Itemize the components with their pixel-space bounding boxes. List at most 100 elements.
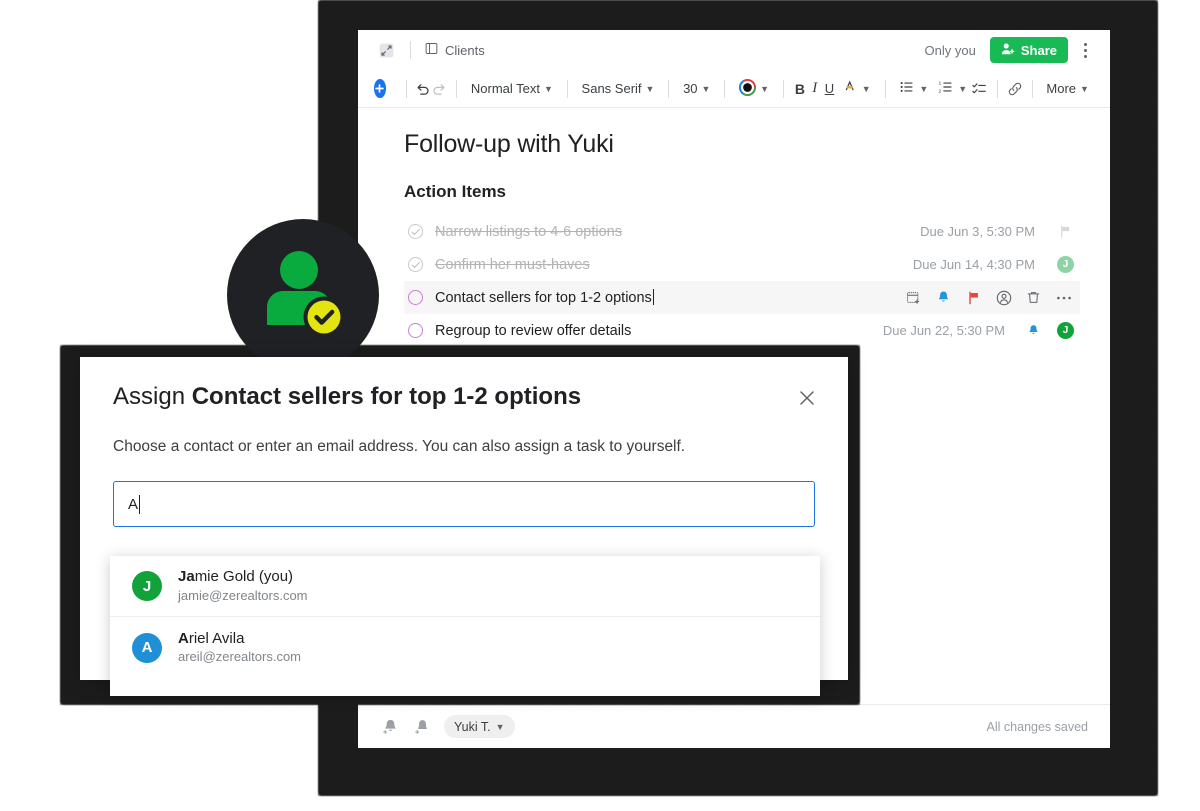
assignee-search-value: A — [128, 495, 139, 513]
close-icon[interactable] — [794, 385, 820, 411]
list-item[interactable]: A Ariel Avila areil@zerealtors.com — [110, 617, 820, 678]
checkbox-icon[interactable] — [408, 224, 423, 239]
sharing-status: Only you — [924, 42, 976, 58]
flag-icon[interactable] — [1057, 223, 1074, 240]
assign-dialog-title: Assign Contact sellers for top 1-2 optio… — [113, 383, 794, 411]
font-family-label: Sans Serif — [581, 81, 642, 96]
toolbar-divider — [456, 79, 457, 98]
avatar: J — [132, 571, 162, 601]
svg-text:1: 1 — [939, 81, 942, 87]
italic-button[interactable]: I — [807, 76, 822, 102]
add-icon[interactable] — [374, 79, 386, 98]
person-add-icon — [1001, 42, 1015, 59]
assignee-suggestions-list: J Jamie Gold (you) jamie@zerealtors.com … — [110, 556, 820, 696]
toolbar-divider — [782, 79, 784, 98]
assign-dialog-title-prefix: Assign — [113, 383, 192, 410]
save-status: All changes saved — [986, 719, 1088, 734]
avatar[interactable]: J — [1057, 256, 1074, 273]
chevron-down-icon: ▼ — [861, 83, 871, 94]
checkbox-icon[interactable] — [408, 257, 423, 272]
chevron-down-icon: ▼ — [760, 83, 769, 94]
person-icon — [267, 251, 345, 338]
task-row-actions — [905, 289, 1074, 306]
suggestion-text: Jamie Gold (you) jamie@zerealtors.com — [178, 567, 308, 604]
checklist-icon[interactable] — [972, 76, 988, 102]
toolbar-divider — [668, 79, 670, 98]
document-footer: Yuki T. ▼ All changes saved — [358, 704, 1110, 748]
toolbar-divider — [405, 79, 407, 98]
assign-dialog-header: Assign Contact sellers for top 1-2 optio… — [80, 357, 848, 411]
assign-dialog-subtitle: Choose a contact or enter an email addre… — [113, 438, 686, 455]
checkbox-icon[interactable] — [408, 323, 423, 338]
bold-button[interactable]: B — [793, 76, 808, 102]
suggestion-name: Jamie Gold (you) — [178, 568, 294, 586]
text-cursor — [652, 289, 654, 305]
trash-icon[interactable] — [1025, 289, 1042, 306]
breadcrumb[interactable]: Clients — [425, 42, 485, 58]
chevron-down-icon: ▼ — [919, 83, 929, 94]
toolbar-divider — [566, 79, 568, 98]
assignee-search-input[interactable]: A — [113, 481, 815, 527]
underline-button[interactable]: U — [822, 76, 837, 102]
table-row[interactable]: Regroup to review offer details Due Jun … — [404, 314, 1080, 347]
undo-icon[interactable] — [415, 76, 431, 102]
table-row[interactable]: Confirm her must-haves Due Jun 14, 4:30 … — [404, 248, 1080, 281]
bulleted-list-icon — [899, 79, 915, 98]
more-vertical-icon[interactable] — [1074, 37, 1096, 63]
task-label: Confirm her must-haves — [435, 256, 590, 273]
bulleted-list-dropdown[interactable]: ▼ — [894, 76, 933, 102]
more-tools-label: More — [1046, 81, 1077, 96]
toolbar-divider — [724, 79, 726, 98]
text-cursor — [139, 494, 141, 514]
chevron-down-icon: ▼ — [495, 721, 505, 732]
avatar: A — [132, 632, 162, 663]
numbered-list-dropdown[interactable]: 12 ▼ — [933, 76, 972, 102]
more-tools-dropdown[interactable]: More ▼ — [1041, 76, 1094, 102]
chevron-down-icon: ▼ — [1080, 83, 1089, 94]
expand-icon[interactable] — [376, 40, 396, 60]
font-family-dropdown[interactable]: Sans Serif ▼ — [577, 76, 660, 102]
font-size-label: 30 — [683, 81, 698, 96]
bell-icon[interactable] — [1025, 322, 1042, 339]
avatar[interactable]: J — [1057, 322, 1074, 339]
font-size-dropdown[interactable]: 30 ▼ — [678, 76, 715, 102]
chevron-down-icon: ▼ — [544, 83, 553, 94]
chevron-down-icon: ▼ — [645, 83, 655, 94]
calendar-add-icon[interactable] — [905, 289, 922, 306]
section-heading: Action Items — [404, 182, 507, 201]
table-row[interactable]: Contact sellers for top 1-2 options — [404, 281, 1080, 314]
checkbox-icon[interactable] — [408, 290, 423, 305]
add-assignee-icon[interactable] — [412, 717, 432, 737]
assign-person-icon[interactable] — [995, 289, 1012, 306]
assign-person-badge — [227, 219, 379, 371]
share-button[interactable]: Share — [989, 37, 1068, 63]
collaborator-name: Yuki T. — [454, 719, 491, 734]
assign-dialog-title-task: Contact sellers for top 1-2 options — [191, 383, 582, 410]
text-color-icon — [739, 78, 757, 99]
svg-text:2: 2 — [939, 88, 942, 94]
document-titlebar: Clients Only you Share — [358, 30, 1110, 70]
task-label: Contact sellers for top 1-2 options — [435, 289, 654, 306]
more-horizontal-icon[interactable] — [1055, 289, 1072, 306]
link-icon[interactable] — [1007, 76, 1023, 102]
redo-icon[interactable] — [431, 76, 447, 102]
flag-icon[interactable] — [965, 289, 982, 306]
table-row[interactable]: Narrow listings to 4-6 options Due Jun 3… — [404, 215, 1080, 248]
page-title: Follow-up with Yuki — [404, 130, 614, 158]
highlight-icon — [842, 79, 858, 98]
task-due-date: Due Jun 22, 5:30 PM — [882, 323, 1005, 338]
toolbar-divider — [997, 79, 998, 98]
text-color-picker[interactable]: ▼ — [734, 76, 774, 102]
task-due-date: Due Jun 3, 5:30 PM — [920, 224, 1035, 239]
bell-icon[interactable] — [935, 289, 952, 306]
numbered-list-icon: 12 — [938, 79, 954, 98]
add-reminder-icon[interactable] — [380, 717, 400, 737]
list-item[interactable]: J Jamie Gold (you) jamie@zerealtors.com — [110, 556, 820, 617]
collaborator-chip[interactable]: Yuki T. ▼ — [444, 715, 515, 738]
share-label: Share — [1020, 42, 1057, 58]
highlight-color-picker[interactable]: ▼ — [837, 76, 876, 102]
paragraph-style-dropdown[interactable]: Normal Text ▼ — [466, 76, 558, 102]
task-label: Narrow listings to 4-6 options — [435, 223, 622, 240]
suggestion-name: Ariel Avila — [178, 629, 245, 647]
document-icon — [425, 42, 438, 58]
